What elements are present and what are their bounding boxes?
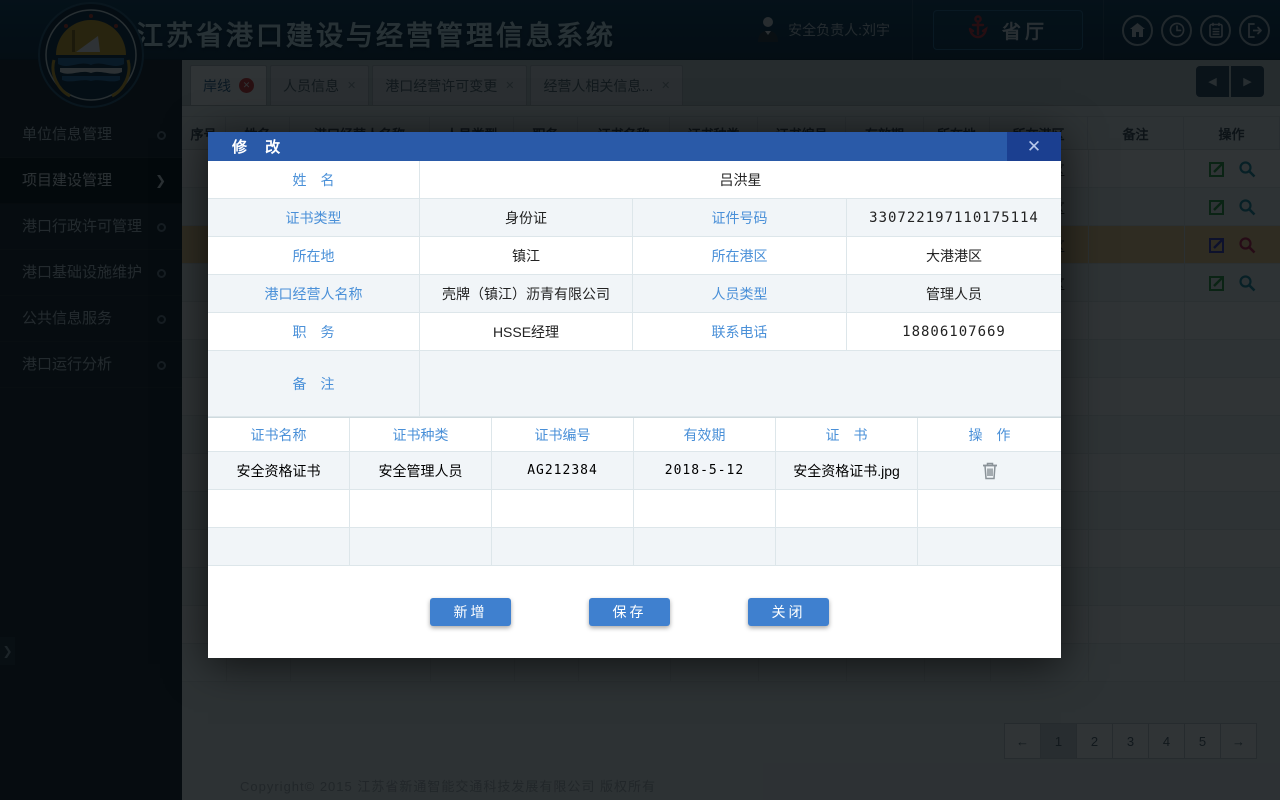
cert-op-cell [918, 452, 1061, 490]
cert-empty-cell [350, 528, 492, 566]
certificate-table: 证书名称 证书种类 证书编号 有效期 证 书 操 作 安全资格证书 安全管理人员… [208, 417, 1061, 566]
cert-empty-cell [208, 490, 350, 528]
person-type-field[interactable]: 管理人员 [847, 275, 1061, 313]
cert-empty-cell [492, 490, 634, 528]
position-field[interactable]: HSSE经理 [420, 313, 633, 351]
close-icon[interactable]: ✕ [1007, 132, 1061, 161]
cert-file-link[interactable]: 安全资格证书.jpg [776, 452, 918, 490]
id-number-field[interactable]: 330722197110175114 [847, 199, 1061, 237]
close-button[interactable]: 关闭 [748, 598, 829, 626]
name-label: 姓 名 [208, 161, 420, 199]
name-field[interactable]: 吕洪星 [420, 161, 1061, 199]
modify-dialog-header: 修 改 ✕ [208, 132, 1061, 161]
cert-empty-cell [776, 490, 918, 528]
app-root: 江苏省港口建设与经营管理信息系统 安全负责人:刘宇 省厅 [0, 0, 1280, 800]
cert-column-header: 证 书 [776, 418, 918, 452]
remark-label: 备 注 [208, 351, 420, 417]
cert-kind-cell: 安全管理人员 [350, 452, 492, 490]
id-number-label: 证件号码 [633, 199, 847, 237]
modify-form: 姓 名 吕洪星 证书类型 身份证 证件号码 330722197110175114… [208, 161, 1061, 417]
cert-column-header: 证书种类 [350, 418, 492, 452]
phone-field[interactable]: 18806107669 [847, 313, 1061, 351]
cert-column-header: 证书名称 [208, 418, 350, 452]
cert-valid-cell: 2018-5-12 [634, 452, 776, 490]
cert-empty-cell [918, 490, 1061, 528]
cert-empty-cell [776, 528, 918, 566]
dialog-title: 修 改 [208, 136, 1007, 157]
location-label: 所在地 [208, 237, 420, 275]
save-button[interactable]: 保存 [589, 598, 670, 626]
remark-field[interactable] [420, 351, 1061, 417]
cert-column-header: 证书编号 [492, 418, 634, 452]
operator-field[interactable]: 壳牌（镇江）沥青有限公司 [420, 275, 633, 313]
cert-type-field[interactable]: 身份证 [420, 199, 633, 237]
cert-type-label: 证书类型 [208, 199, 420, 237]
cert-empty-cell [634, 490, 776, 528]
cert-column-header: 操 作 [918, 418, 1061, 452]
port-area-label: 所在港区 [633, 237, 847, 275]
cert-number-cell: AG212384 [492, 452, 634, 490]
cert-empty-cell [350, 490, 492, 528]
phone-label: 联系电话 [633, 313, 847, 351]
position-label: 职 务 [208, 313, 420, 351]
cert-empty-cell [208, 528, 350, 566]
modal-footer: 新增 保存 关闭 [208, 566, 1061, 658]
port-area-field[interactable]: 大港港区 [847, 237, 1061, 275]
add-button[interactable]: 新增 [430, 598, 511, 626]
modify-dialog: 修 改 ✕ 姓 名 吕洪星 证书类型 身份证 证件号码 330722197110… [208, 132, 1061, 658]
cert-empty-cell [634, 528, 776, 566]
operator-label: 港口经营人名称 [208, 275, 420, 313]
person-type-label: 人员类型 [633, 275, 847, 313]
cert-empty-cell [918, 528, 1061, 566]
delete-icon[interactable] [982, 462, 998, 480]
cert-column-header: 有效期 [634, 418, 776, 452]
cert-name-cell: 安全资格证书 [208, 452, 350, 490]
cert-empty-cell [492, 528, 634, 566]
location-field[interactable]: 镇江 [420, 237, 633, 275]
